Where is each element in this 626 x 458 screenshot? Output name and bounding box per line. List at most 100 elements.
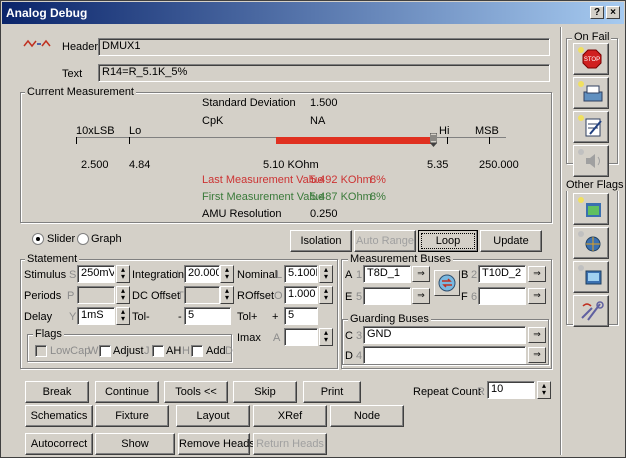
nominal-field[interactable]: 5.100K (284, 265, 318, 283)
screen-icon (578, 265, 602, 285)
tol-plus-sign: + (272, 311, 279, 323)
auto-range-button[interactable]: Auto Range (354, 230, 416, 252)
ah-checkbox[interactable] (152, 345, 164, 357)
value-10xlsb: 2.500 (81, 159, 109, 171)
stimulus-key: S (69, 269, 77, 281)
stimulus-field[interactable]: 250mV (77, 265, 115, 283)
break-button[interactable]: Break (25, 381, 89, 403)
fixture-button[interactable]: Fixture (95, 405, 169, 427)
lsb-label: 10xLSB (76, 125, 115, 137)
stimulus-spinner[interactable]: ▴ ▾ (116, 265, 130, 283)
integration-key: I (176, 269, 180, 281)
print-on-fail-button[interactable] (573, 77, 609, 109)
ah-key: H (182, 345, 190, 357)
measurement-buses-title: Measurement Buses (348, 253, 453, 265)
bus-f-field[interactable] (478, 287, 526, 305)
flag-1-button[interactable] (573, 193, 609, 225)
bus-b-browse-button[interactable]: ⇒ (528, 266, 546, 282)
tol-minus-sign: - (178, 311, 182, 323)
print-button[interactable]: Print (303, 381, 361, 403)
tol-plus-label: Tol+ (237, 311, 258, 323)
tol-minus-field[interactable]: 5 (184, 307, 231, 325)
repeat-count-spinner[interactable]: ▴ ▾ (537, 381, 551, 399)
title-bar: Analog Debug ? × (2, 2, 624, 24)
tol-plus-field[interactable]: 5 (284, 307, 318, 325)
layout-button[interactable]: Layout (176, 405, 250, 427)
nominal-spinner[interactable]: ▴ ▾ (319, 265, 333, 283)
bus-d-field[interactable] (363, 346, 526, 364)
lowcap-label: LowCap (50, 345, 91, 357)
bus-e-field[interactable] (363, 287, 411, 305)
return-heads-button[interactable]: Return Heads (253, 433, 327, 455)
imax-spinner[interactable]: ▴ ▾ (319, 328, 333, 346)
dc-offset-spinner[interactable]: ▴ ▾ (220, 286, 234, 304)
delay-spinner[interactable]: ▴ ▾ (116, 307, 130, 325)
autocorrect-button[interactable]: Autocorrect (25, 433, 93, 455)
integration-spinner[interactable]: ▴ ▾ (220, 265, 234, 283)
sound-on-fail-button[interactable] (573, 145, 609, 177)
on-fail-title: On Fail (572, 31, 612, 43)
flag-2-button[interactable] (573, 227, 609, 259)
roffset-spinner[interactable]: ▴ ▾ (319, 286, 333, 304)
roffset-label: ROffset (237, 290, 275, 302)
nominal-label: Nominal (237, 269, 278, 281)
remove-heads-button[interactable]: Remove Heads (178, 433, 255, 455)
graph-radio-label: Graph (91, 233, 122, 245)
slider-radio[interactable] (32, 233, 44, 245)
imax-field[interactable] (284, 328, 318, 346)
imax-key: A (273, 332, 281, 344)
repeat-count-field[interactable]: 10 (487, 381, 535, 399)
globe-icon (578, 231, 601, 252)
dc-offset-field[interactable] (184, 286, 220, 304)
bus-c-field[interactable]: GND (363, 326, 526, 344)
bus-d-browse-button[interactable]: ⇒ (528, 347, 546, 363)
swap-icon (438, 274, 456, 292)
repeat-count-label: Repeat Count (413, 386, 481, 398)
tools-button[interactable]: Tools << (164, 381, 228, 403)
bus-b-field[interactable]: T10D_2 (478, 265, 526, 283)
bus-a-field[interactable]: T8D_1 (363, 265, 411, 283)
help-button[interactable]: ? (590, 6, 604, 19)
schematics-button[interactable]: Schematics (25, 405, 93, 427)
slider-thumb[interactable] (429, 132, 438, 148)
bus-c-browse-button[interactable]: ⇒ (528, 327, 546, 343)
adjust-checkbox[interactable] (99, 345, 111, 357)
speaker-icon (578, 149, 600, 168)
flag-4-button[interactable] (573, 295, 609, 327)
swap-buses-button[interactable] (434, 270, 460, 296)
show-button[interactable]: Show (95, 433, 175, 455)
bus-f-browse-button[interactable]: ⇒ (528, 288, 546, 304)
std-dev-value: 1.500 (310, 97, 338, 109)
loop-button[interactable]: Loop (418, 230, 478, 252)
imax-label: Imax (237, 332, 261, 344)
slider-radio-label: Slider (47, 233, 76, 245)
bus-d-label: D (345, 350, 353, 362)
node-button[interactable]: Node (330, 405, 404, 427)
update-button[interactable]: Update (480, 230, 542, 252)
close-button[interactable]: × (606, 6, 620, 19)
continue-button[interactable]: Continue (95, 381, 159, 403)
periods-field[interactable] (77, 286, 115, 304)
skip-button[interactable]: Skip (233, 381, 297, 403)
delay-field[interactable]: 1mS (77, 307, 115, 325)
bus-a-browse-button[interactable]: ⇒ (412, 266, 430, 282)
bus-e-browse-button[interactable]: ⇒ (412, 288, 430, 304)
integration-field[interactable]: 20.000 (184, 265, 220, 283)
graph-radio[interactable] (77, 233, 89, 245)
bus-f-key: 6 (471, 291, 478, 303)
isolation-button[interactable]: Isolation (290, 230, 352, 252)
xref-button[interactable]: XRef (253, 405, 327, 427)
flag-3-button[interactable] (573, 261, 609, 293)
last-measurement-label: Last Measurement Value (202, 174, 324, 186)
edit-on-fail-button[interactable] (573, 111, 609, 143)
roffset-field[interactable]: 1.000 (284, 286, 318, 304)
statement-title: Statement (25, 253, 80, 265)
value-msb: 250.000 (479, 159, 519, 171)
stop-on-fail-button[interactable]: STOP (573, 43, 609, 75)
svg-text:STOP: STOP (584, 57, 600, 63)
header-label: Header (62, 41, 99, 53)
first-measurement-value: 5.487 KOhm (310, 191, 372, 203)
lowcap-checkbox[interactable] (35, 345, 47, 357)
periods-spinner[interactable]: ▴ ▾ (116, 286, 130, 304)
add-checkbox[interactable] (191, 345, 203, 357)
